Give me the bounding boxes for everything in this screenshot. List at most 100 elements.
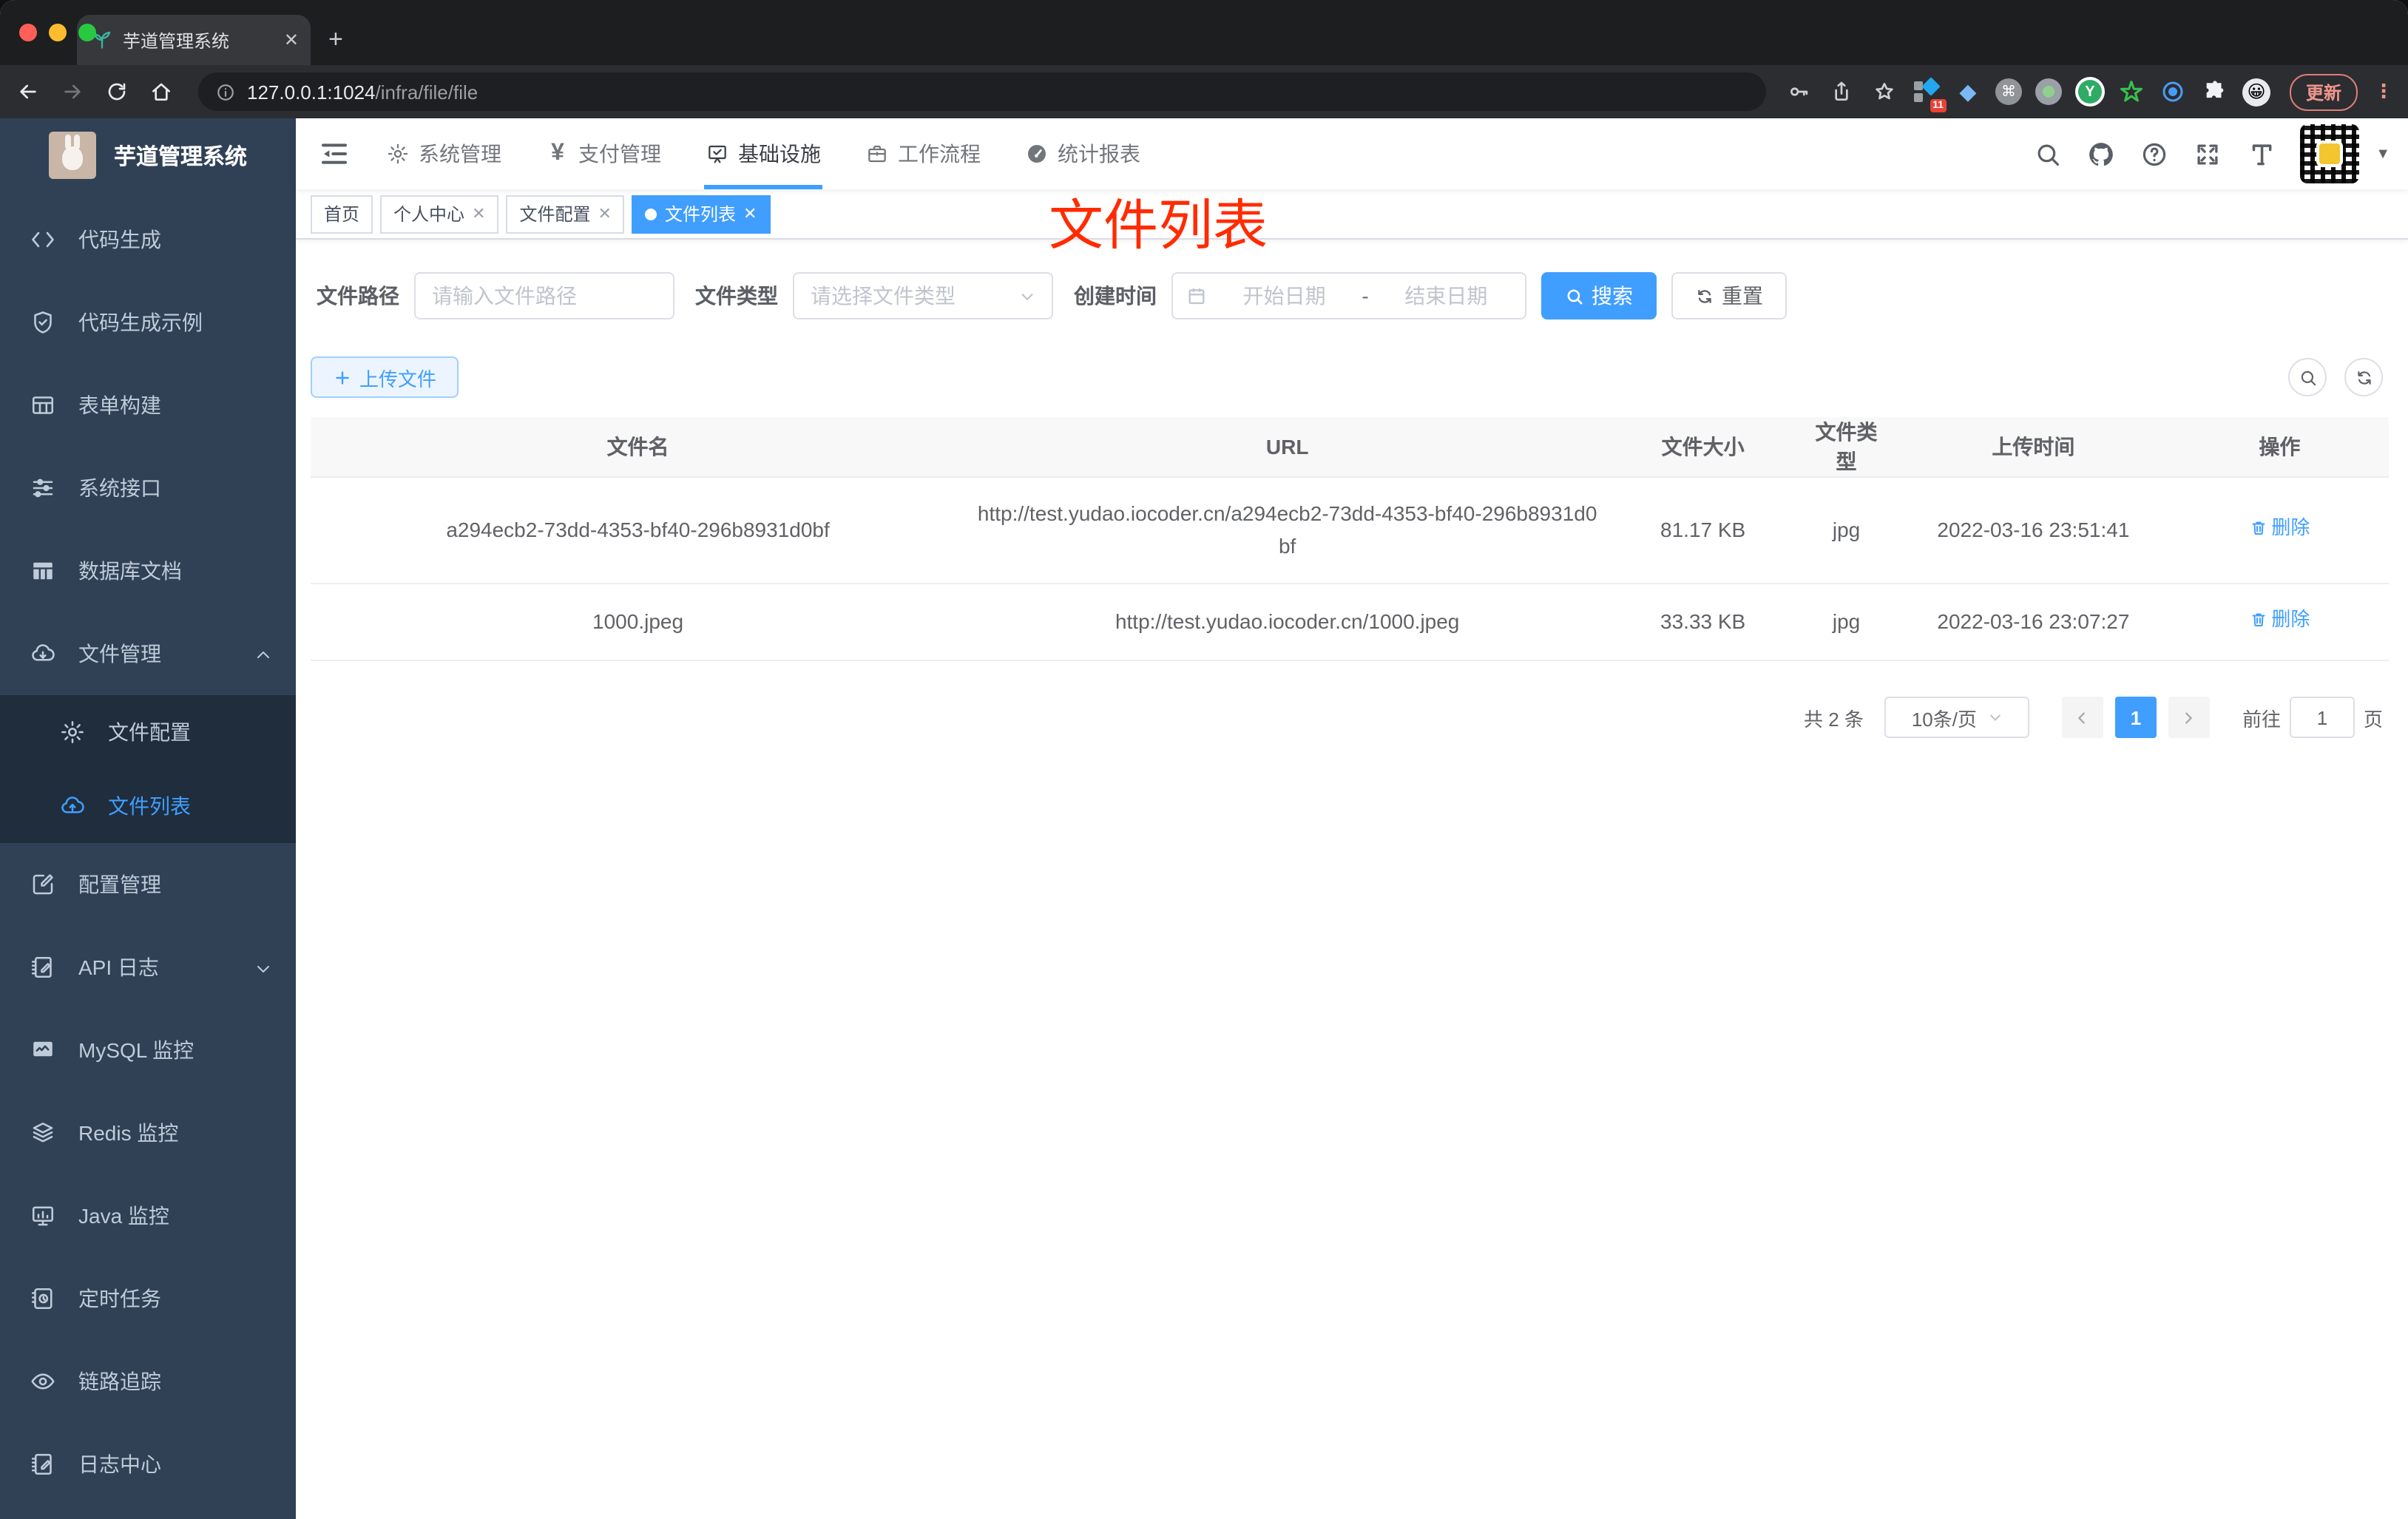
current-page-button[interactable]: 1 (2115, 697, 2157, 738)
column-header-文件名[interactable]: 文件名 (311, 417, 965, 477)
github-icon[interactable] (2087, 140, 2115, 168)
app-logo[interactable]: 芋道管理系统 (0, 118, 296, 192)
tag-close-icon[interactable]: ✕ (472, 204, 485, 223)
next-page-button[interactable] (2168, 697, 2210, 738)
delete-label: 删除 (2271, 514, 2310, 544)
page-size-select[interactable]: 10条/页 (1884, 697, 2029, 738)
sidebar-item-定时任务[interactable]: 定时任务 (0, 1257, 296, 1340)
total-count: 共 2 条 (1804, 703, 1864, 731)
file-path-label: 文件路径 (317, 281, 399, 311)
help-question-icon[interactable] (2140, 140, 2168, 168)
extension-kite-icon[interactable]: ◆ (1954, 78, 1982, 106)
top-menu-item-工作流程[interactable]: 工作流程 (843, 118, 1003, 189)
tag-文件配置[interactable]: 文件配置✕ (507, 194, 625, 233)
column-header-文件大小[interactable]: 文件大小 (1609, 417, 1796, 477)
plus-icon (333, 368, 352, 387)
goto-page: 前往 1 页 (2242, 697, 2383, 738)
extension-grid-icon[interactable]: 11 (1912, 78, 1941, 106)
sidebar-item-表单构建[interactable]: 表单构建 (0, 364, 296, 447)
sidebar-item-文件管理[interactable]: 文件管理 (0, 612, 296, 695)
sidebar-item-数据库文档[interactable]: 数据库文档 (0, 530, 296, 612)
top-menu-item-系统管理[interactable]: 系统管理 (364, 118, 524, 189)
infra-check-icon (706, 142, 729, 166)
sidebar-item-配置管理[interactable]: 配置管理 (0, 843, 296, 926)
reload-icon[interactable] (98, 72, 136, 111)
back-icon[interactable] (9, 72, 47, 111)
site-info-icon[interactable] (216, 82, 235, 101)
sidebar-item-代码生成[interactable]: 代码生成 (0, 198, 296, 281)
sidebar-item-链路追踪[interactable]: 链路追踪 (0, 1340, 296, 1423)
goto-page-input[interactable]: 1 (2290, 697, 2355, 738)
profile-avatar-emoji[interactable]: 😀 (2242, 78, 2270, 106)
extension-yudao-icon[interactable]: Y (2075, 77, 2105, 106)
tag-close-icon[interactable]: ✕ (598, 204, 612, 223)
top-menu-item-统计报表[interactable]: 统计报表 (1003, 118, 1163, 189)
sidebar-item-API 日志[interactable]: API 日志 (0, 926, 296, 1009)
minimize-window-button[interactable] (49, 24, 67, 41)
sidebar-item-文件配置[interactable]: 文件配置 (0, 695, 296, 769)
password-key-icon[interactable] (1784, 72, 1813, 111)
user-avatar-qr[interactable] (2300, 124, 2359, 183)
fullscreen-icon[interactable] (2194, 140, 2222, 168)
extensions-puzzle-icon[interactable] (2201, 78, 2229, 106)
extension-star-icon[interactable] (2118, 78, 2146, 106)
delete-button[interactable]: 删除 (2249, 606, 2310, 635)
extension-eye-icon[interactable] (2160, 78, 2188, 106)
prev-page-button[interactable] (2062, 697, 2103, 738)
column-header-URL[interactable]: URL (965, 417, 1609, 477)
address-bar[interactable]: 127.0.0.1:1024/infra/file/file (198, 72, 1766, 111)
end-date-placeholder[interactable]: 结束日期 (1381, 281, 1512, 311)
header-search-icon[interactable] (2034, 140, 2062, 168)
search-button-label: 搜索 (1592, 281, 1633, 311)
zoom-window-button[interactable] (78, 24, 96, 41)
forward-icon[interactable] (53, 72, 92, 111)
extension-command-icon[interactable]: ⌘ (1995, 78, 2022, 105)
main-area: 系统管理¥支付管理基础设施工作流程统计报表 ▼ 首页个 (296, 118, 2408, 1519)
top-menu-item-基础设施[interactable]: 基础设施 (683, 118, 843, 189)
column-header-文件类型[interactable]: 文件类型 (1796, 417, 1896, 477)
tag-文件列表[interactable]: 文件列表✕ (632, 194, 770, 233)
reset-button[interactable]: 重置 (1671, 272, 1787, 319)
sidebar-item-文件列表[interactable]: 文件列表 (0, 769, 296, 843)
search-button[interactable]: 搜索 (1541, 272, 1657, 319)
top-menu: 系统管理¥支付管理基础设施工作流程 统计报表 (364, 118, 1163, 189)
sidebar-item-label: 文件列表 (108, 791, 272, 821)
tab-close-icon[interactable]: ✕ (284, 31, 299, 49)
refresh-table-button[interactable] (2344, 358, 2383, 396)
chrome-menu-icon[interactable]: ⋮ (2374, 80, 2393, 104)
sidebar-item-系统接口[interactable]: 系统接口 (0, 447, 296, 530)
cell-type: jpg (1796, 477, 1896, 584)
upload-file-button[interactable]: 上传文件 (311, 356, 459, 398)
tag-个人中心[interactable]: 个人中心✕ (380, 194, 498, 233)
avatar-caret-down-icon[interactable]: ▼ (2375, 146, 2390, 162)
table-row: 1000.jpeghttp://test.yudao.iocoder.cn/10… (311, 584, 2389, 661)
start-date-placeholder[interactable]: 开始日期 (1219, 281, 1350, 311)
column-header-操作[interactable]: 操作 (2171, 417, 2389, 477)
browser-tab[interactable]: 芋道管理系统 ✕ (77, 15, 311, 65)
sidebar-toggle-icon[interactable] (319, 139, 349, 169)
top-menu-label: 统计报表 (1058, 139, 1140, 169)
tag-首页[interactable]: 首页 (311, 194, 373, 233)
close-window-button[interactable] (19, 24, 37, 41)
sidebar-item-日志中心[interactable]: 日志中心 (0, 1423, 296, 1506)
delete-button[interactable]: 删除 (2249, 514, 2310, 544)
sidebar-item-MySQL 监控[interactable]: MySQL 监控 (0, 1009, 296, 1092)
toggle-search-button[interactable] (2288, 358, 2327, 396)
top-menu-item-支付管理[interactable]: ¥支付管理 (524, 118, 683, 189)
sidebar-item-Java 监控[interactable]: Java 监控 (0, 1174, 296, 1257)
tag-close-icon[interactable]: ✕ (743, 204, 757, 223)
bookmark-star-icon[interactable] (1870, 72, 1899, 111)
sidebar-item-Redis 监控[interactable]: Redis 监控 (0, 1092, 296, 1174)
cell-name: a294ecb2-73dd-4353-bf40-296b8931d0bf (311, 477, 965, 584)
home-icon[interactable] (142, 72, 180, 111)
font-size-icon[interactable] (2247, 140, 2275, 168)
file-path-input[interactable]: 请输入文件路径 (414, 272, 674, 319)
extension-circle-icon[interactable] (2035, 78, 2062, 105)
column-header-上传时间[interactable]: 上传时间 (1896, 417, 2171, 477)
date-range-picker[interactable]: 开始日期 - 结束日期 (1171, 272, 1526, 319)
share-icon[interactable] (1827, 72, 1856, 111)
chrome-update-button[interactable]: 更新 (2290, 73, 2358, 110)
sidebar-item-代码生成示例[interactable]: 代码生成示例 (0, 281, 296, 364)
new-tab-button[interactable]: + (328, 25, 343, 55)
file-type-select[interactable]: 请选择文件类型 (793, 272, 1053, 319)
